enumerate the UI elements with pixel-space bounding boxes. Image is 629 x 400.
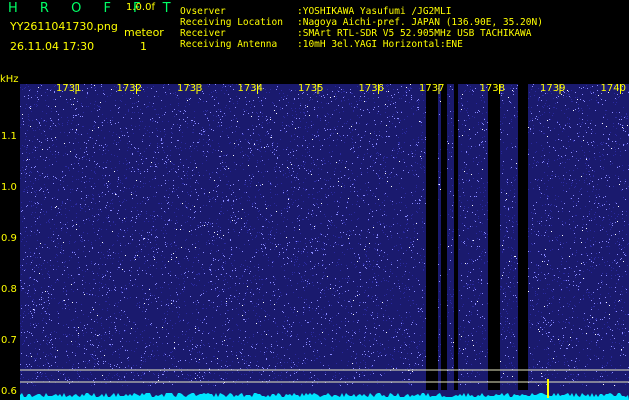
info-row-receiver: Receiver :SMArt RTL-SDR V5 52.905MHz USB … bbox=[180, 28, 543, 39]
time-tick-label: 1734 bbox=[238, 83, 263, 94]
info-key: Receiver bbox=[180, 28, 226, 39]
freq-tick-label: 0.7 bbox=[1, 335, 17, 346]
info-value: :Nagoya Aichi-pref. JAPAN (136.90E, 35.2… bbox=[297, 17, 543, 28]
time-tick-label: 1733 bbox=[177, 83, 202, 94]
signal-dropout bbox=[426, 84, 438, 390]
time-tick-label: 1740 bbox=[601, 83, 626, 94]
time-tick-label: 1736 bbox=[359, 83, 384, 94]
spectrogram: kHz 1731 1732 1733 1734 1735 1736 1737 1738 1739… bbox=[0, 72, 629, 400]
time-tick-label: 1737 bbox=[419, 83, 444, 94]
header-panel: H R O F F T 1.0.0f YY2611041730.png 26.1… bbox=[0, 0, 629, 72]
freq-tick-label: 0.6 bbox=[1, 386, 17, 397]
y-axis-label: kHz bbox=[0, 74, 19, 85]
event-type-label: meteor bbox=[124, 26, 164, 39]
plot-background bbox=[20, 84, 629, 400]
info-key: Receiving Antenna bbox=[180, 39, 278, 50]
time-tick-label: 1732 bbox=[117, 83, 142, 94]
info-key: Receiving Location bbox=[180, 17, 283, 28]
time-tick-label: 1735 bbox=[298, 83, 323, 94]
signal-dropout bbox=[441, 84, 447, 390]
station-info: Ovserver :YOSHIKAWA Yasufumi /JG2MLI Rece… bbox=[180, 6, 543, 50]
info-row-antenna: Receiving Antenna :10mH 3el.YAGI Horizont… bbox=[180, 39, 543, 50]
info-value: :10mH 3el.YAGI Horizontal:ENE bbox=[297, 39, 463, 50]
time-tick-label: 1738 bbox=[480, 83, 505, 94]
event-count: 1 bbox=[140, 40, 147, 53]
signal-dropout bbox=[454, 84, 458, 390]
time-tick-label: 1731 bbox=[56, 83, 81, 94]
info-key: Ovserver bbox=[180, 6, 226, 17]
freq-tick-label: 1.0 bbox=[1, 182, 17, 193]
signal-dropout bbox=[518, 84, 528, 390]
info-value: :SMArt RTL-SDR V5 52.905MHz USB TACHIKAW… bbox=[297, 28, 532, 39]
freq-tick-label: 1.1 bbox=[1, 131, 17, 142]
time-tick-label: 1739 bbox=[540, 83, 565, 94]
info-row-location: Receiving Location :Nagoya Aichi-pref. JA… bbox=[180, 17, 543, 28]
spectrogram-svg: kHz 1731 1732 1733 1734 1735 1736 1737 1738 1739… bbox=[0, 74, 629, 400]
freq-tick-label: 0.8 bbox=[1, 284, 17, 295]
signal-dropout bbox=[488, 84, 500, 390]
capture-datetime: 26.11.04 17:30 bbox=[10, 40, 95, 53]
freq-tick-label: 0.9 bbox=[1, 233, 17, 244]
app-version: 1.0.0f bbox=[126, 2, 155, 13]
image-filename: YY2611041730.png bbox=[10, 20, 118, 33]
info-value: :YOSHIKAWA Yasufumi /JG2MLI bbox=[297, 6, 452, 17]
info-row-observer: Ovserver :YOSHIKAWA Yasufumi /JG2MLI bbox=[180, 6, 543, 17]
